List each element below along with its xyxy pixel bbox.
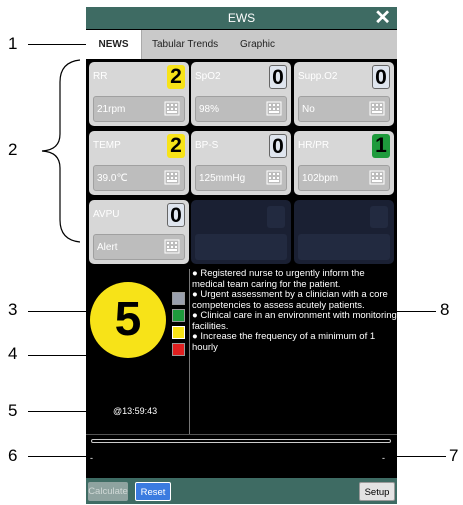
- param-card-bp-s[interactable]: BP-S 0 125mmHg: [191, 131, 291, 195]
- callout-5: 5: [8, 401, 18, 420]
- level-indicator-green: [172, 309, 185, 322]
- param-value-box[interactable]: No: [298, 96, 390, 122]
- param-card-rr[interactable]: RR 2 21rpm: [89, 62, 189, 126]
- param-value: 98%: [199, 104, 220, 115]
- empty-value-box: [195, 234, 287, 260]
- callout-3-line: [28, 311, 94, 312]
- param-score: 0: [372, 65, 390, 89]
- callout-3: 3: [8, 300, 18, 319]
- tab-graphic[interactable]: Graphic: [240, 30, 275, 59]
- keypad-icon[interactable]: [164, 101, 180, 116]
- keypad-icon[interactable]: [369, 170, 385, 185]
- param-label: TEMP: [93, 140, 121, 151]
- advice-item: ● Increase the frequency of a minimum of…: [192, 331, 376, 353]
- param-label: RR: [93, 71, 108, 82]
- param-score: 0: [269, 65, 287, 89]
- tab-tabular-trends[interactable]: Tabular Trends: [152, 30, 218, 59]
- advice-divider: [189, 269, 190, 434]
- param-value: No: [302, 104, 315, 115]
- param-score: 1: [372, 134, 390, 158]
- param-value-box[interactable]: Alert: [93, 234, 185, 260]
- empty-score-box: [267, 206, 285, 228]
- param-value-box[interactable]: 98%: [195, 96, 287, 122]
- advice-item: ● Registered nurse to urgently inform th…: [192, 268, 365, 290]
- param-value: Alert: [97, 242, 118, 253]
- setup-button[interactable]: Setup: [359, 482, 395, 501]
- param-value-box[interactable]: 21rpm: [93, 96, 185, 122]
- trend-start-value: -: [90, 453, 93, 463]
- param-card-spo2[interactable]: SpO2 0 98%: [191, 62, 291, 126]
- callout-8: 8: [440, 300, 450, 319]
- title-bar: EWS ✕: [86, 7, 397, 29]
- param-score: 0: [167, 203, 185, 227]
- param-value: 125mmHg: [199, 173, 246, 184]
- callout-6-line: [28, 456, 92, 457]
- param-value: 21rpm: [97, 104, 126, 115]
- trend-end-value: -: [382, 453, 385, 463]
- param-card-temp[interactable]: TEMP 2 39.0℃: [89, 131, 189, 195]
- callout-7-line: [392, 456, 446, 457]
- empty-value-box: [298, 234, 390, 260]
- callout-7: 7: [449, 446, 459, 465]
- keypad-icon[interactable]: [369, 101, 385, 116]
- param-value-box[interactable]: 125mmHg: [195, 165, 287, 191]
- param-score: 2: [167, 65, 185, 89]
- keypad-icon[interactable]: [164, 170, 180, 185]
- score-timestamp: @13:59:43: [113, 406, 158, 416]
- param-label: HR/PR: [298, 140, 330, 151]
- param-label: BP-S: [195, 140, 219, 151]
- level-indicator-yellow: [172, 326, 185, 339]
- trend-scrollbar[interactable]: [91, 439, 391, 443]
- callout-2: 2: [8, 140, 18, 159]
- param-label: AVPU: [93, 209, 120, 220]
- level-indicator-gray: [172, 292, 185, 305]
- param-value: 39.0℃: [97, 173, 128, 184]
- level-indicator-red: [172, 343, 185, 356]
- keypad-icon[interactable]: [164, 239, 180, 254]
- reset-button[interactable]: Reset: [135, 482, 171, 501]
- param-score: 2: [167, 134, 185, 158]
- param-value: 102bpm: [302, 173, 339, 184]
- total-score-circle: 5: [90, 282, 166, 358]
- advice-item: ● Urgent assessment by a clinician with …: [192, 289, 388, 311]
- callout-6: 6: [8, 446, 18, 465]
- callout-1: 1: [8, 34, 18, 53]
- calculate-button[interactable]: Calculate: [88, 482, 128, 501]
- param-card-avpu[interactable]: AVPU 0 Alert: [89, 200, 189, 264]
- trend-separator: [86, 434, 397, 435]
- bottom-toolbar: Calculate Reset Setup: [86, 478, 397, 504]
- param-label: Supp.O2: [298, 71, 338, 82]
- callout-4: 4: [8, 344, 18, 363]
- callout-2-brace: [41, 59, 81, 243]
- param-card-hr-pr[interactable]: HR/PR 1 102bpm: [294, 131, 394, 195]
- close-icon[interactable]: ✕: [374, 7, 391, 29]
- empty-score-box: [370, 206, 388, 228]
- param-label: SpO2: [195, 71, 221, 82]
- total-score: 5: [114, 293, 142, 346]
- tab-bar: NEWS Tabular Trends Graphic: [86, 30, 397, 59]
- clinical-advice: ● Registered nurse to urgently inform th…: [192, 268, 397, 353]
- window-title: EWS: [227, 11, 256, 25]
- param-score: 0: [269, 134, 287, 158]
- empty-slot: [191, 200, 291, 264]
- parameter-grid: RR 2 21rpm SpO2 0 98% Supp.O2 0 No TEMP …: [86, 59, 397, 269]
- param-card-supp-o2[interactable]: Supp.O2 0 No: [294, 62, 394, 126]
- param-value-box[interactable]: 102bpm: [298, 165, 390, 191]
- empty-slot: [294, 200, 394, 264]
- ews-screen: EWS ✕ NEWS Tabular Trends Graphic RR 2 2…: [86, 7, 397, 504]
- keypad-icon[interactable]: [266, 101, 282, 116]
- param-value-box[interactable]: 39.0℃: [93, 165, 185, 191]
- tab-news[interactable]: NEWS: [86, 30, 142, 59]
- advice-item: ● Clinical care in an environment with m…: [192, 310, 397, 332]
- keypad-icon[interactable]: [266, 170, 282, 185]
